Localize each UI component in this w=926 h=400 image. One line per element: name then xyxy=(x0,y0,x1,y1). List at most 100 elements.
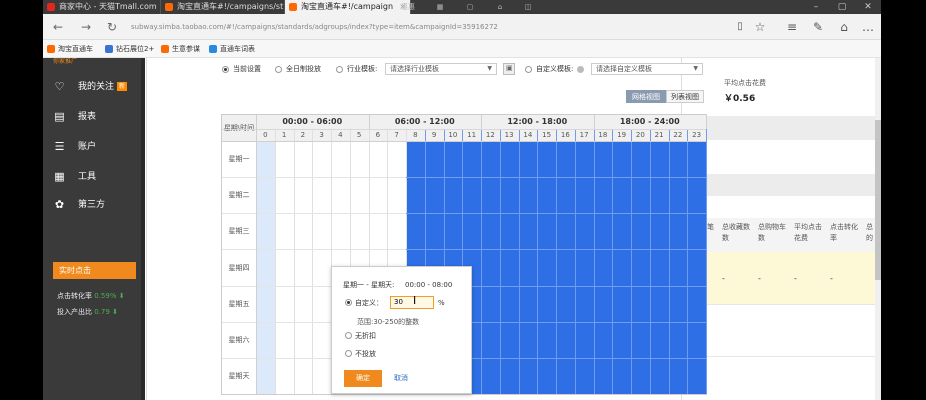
schedule-cell[interactable] xyxy=(499,285,519,322)
schedule-cell[interactable] xyxy=(443,177,463,214)
bookmark-cibiao[interactable]: 直通车词表 xyxy=(209,43,255,55)
sidebar-item-my-follow[interactable]: ♡ 我的关注新 xyxy=(51,78,128,96)
schedule-cell[interactable] xyxy=(574,141,594,178)
schedule-cell[interactable] xyxy=(537,141,556,178)
table-column-header[interactable]: 总购物车数 xyxy=(758,222,786,244)
tab-icon-extra[interactable]: ◫ xyxy=(513,0,543,14)
schedule-cell[interactable] xyxy=(274,213,294,250)
schedule-cell[interactable] xyxy=(631,249,650,286)
schedule-cell[interactable] xyxy=(462,141,481,178)
schedule-cell[interactable] xyxy=(499,321,519,358)
schedule-cell[interactable] xyxy=(499,141,519,178)
schedule-cell[interactable] xyxy=(481,357,500,394)
schedule-cell[interactable] xyxy=(574,177,594,214)
schedule-cell[interactable] xyxy=(649,213,669,250)
schedule-cell[interactable] xyxy=(274,357,294,394)
schedule-cell[interactable] xyxy=(443,213,463,250)
schedule-cell[interactable] xyxy=(349,177,369,214)
tab-huihui[interactable]: 惠惠 xyxy=(393,0,423,14)
schedule-cell[interactable] xyxy=(574,249,594,286)
schedule-cell[interactable] xyxy=(631,285,650,322)
schedule-cell[interactable] xyxy=(312,141,331,178)
schedule-cell[interactable] xyxy=(574,321,594,358)
industry-template-radio[interactable] xyxy=(336,66,343,73)
schedule-cell[interactable] xyxy=(649,141,669,178)
schedule-cell[interactable] xyxy=(668,285,688,322)
schedule-cell[interactable] xyxy=(593,249,613,286)
reader-view-button[interactable]: ▯ xyxy=(731,19,749,35)
schedule-cell[interactable] xyxy=(481,177,500,214)
custom-template-radio[interactable] xyxy=(525,66,532,73)
page-scrollbar-thumb[interactable] xyxy=(875,120,881,280)
url-field[interactable]: subway.simba.taobao.com/#!/campaigns/sta… xyxy=(131,21,691,33)
schedule-cell[interactable] xyxy=(274,249,294,286)
schedule-cell[interactable] xyxy=(274,141,294,178)
bookmark-zuanshi[interactable]: 钻石展位2+ xyxy=(105,43,154,55)
grid-view-button[interactable]: 网格视图 xyxy=(626,90,666,103)
schedule-cell[interactable] xyxy=(349,213,369,250)
schedule-cell[interactable] xyxy=(593,177,613,214)
schedule-cell[interactable] xyxy=(668,321,688,358)
schedule-cell[interactable] xyxy=(631,321,650,358)
schedule-cell[interactable] xyxy=(481,249,500,286)
all-day-radio[interactable] xyxy=(275,66,282,73)
schedule-cell[interactable] xyxy=(499,213,519,250)
schedule-cell[interactable] xyxy=(612,357,631,394)
schedule-cell[interactable] xyxy=(368,213,388,250)
schedule-cell[interactable] xyxy=(387,213,406,250)
refresh-button[interactable]: ↻ xyxy=(103,19,121,35)
table-column-header[interactable]: 总收藏数数 xyxy=(722,222,750,244)
schedule-cell[interactable] xyxy=(649,285,669,322)
tab-tmall[interactable]: 商家中心 - 天猫Tmall.com xyxy=(43,0,161,14)
schedule-cell[interactable] xyxy=(687,249,706,286)
schedule-cell[interactable] xyxy=(574,213,594,250)
schedule-cell[interactable] xyxy=(499,177,519,214)
schedule-cell[interactable] xyxy=(556,285,575,322)
bookmark-zhitongche[interactable]: 淘宝直通车 xyxy=(47,43,93,55)
schedule-cell[interactable] xyxy=(518,141,538,178)
confirm-button[interactable]: 确定 xyxy=(344,370,382,387)
schedule-cell[interactable] xyxy=(612,285,631,322)
schedule-cell[interactable] xyxy=(274,285,294,322)
current-setting-radio[interactable] xyxy=(222,66,229,73)
schedule-cell[interactable] xyxy=(537,285,556,322)
schedule-cell[interactable] xyxy=(649,249,669,286)
schedule-cell[interactable] xyxy=(593,141,613,178)
schedule-cell[interactable] xyxy=(649,357,669,394)
schedule-cell[interactable] xyxy=(331,141,350,178)
hub-button[interactable]: ≡ xyxy=(783,19,801,35)
schedule-cell[interactable] xyxy=(537,357,556,394)
schedule-cell[interactable] xyxy=(668,357,688,394)
schedule-cell[interactable] xyxy=(312,249,331,286)
schedule-cell[interactable] xyxy=(462,213,481,250)
no-delivery-radio[interactable] xyxy=(345,350,352,357)
more-button[interactable]: … xyxy=(859,19,877,35)
schedule-cell[interactable] xyxy=(387,177,406,214)
schedule-cell[interactable] xyxy=(574,285,594,322)
schedule-cell[interactable] xyxy=(312,213,331,250)
schedule-cell[interactable] xyxy=(649,177,669,214)
schedule-cell[interactable] xyxy=(687,357,706,394)
schedule-cell[interactable] xyxy=(274,177,294,214)
sidebar-item-reports[interactable]: ▤ 报表 xyxy=(51,108,96,126)
schedule-cell[interactable] xyxy=(612,177,631,214)
schedule-cell[interactable] xyxy=(687,321,706,358)
schedule-cell[interactable] xyxy=(274,321,294,358)
schedule-cell[interactable] xyxy=(499,357,519,394)
schedule-cell[interactable] xyxy=(424,177,444,214)
schedule-cell[interactable] xyxy=(518,357,538,394)
schedule-cell[interactable] xyxy=(256,141,275,178)
maximize-button[interactable]: ▢ xyxy=(829,0,855,14)
schedule-cell[interactable] xyxy=(331,213,350,250)
schedule-cell[interactable] xyxy=(368,141,388,178)
list-view-button[interactable]: 列表视图 xyxy=(666,90,704,103)
schedule-cell[interactable] xyxy=(518,285,538,322)
schedule-cell[interactable] xyxy=(349,141,369,178)
schedule-cell[interactable] xyxy=(499,249,519,286)
schedule-cell[interactable] xyxy=(424,213,444,250)
schedule-cell[interactable] xyxy=(293,249,313,286)
schedule-cell[interactable] xyxy=(612,321,631,358)
schedule-cell[interactable] xyxy=(537,177,556,214)
custom-discount-radio[interactable] xyxy=(345,299,352,306)
schedule-cell[interactable] xyxy=(687,285,706,322)
